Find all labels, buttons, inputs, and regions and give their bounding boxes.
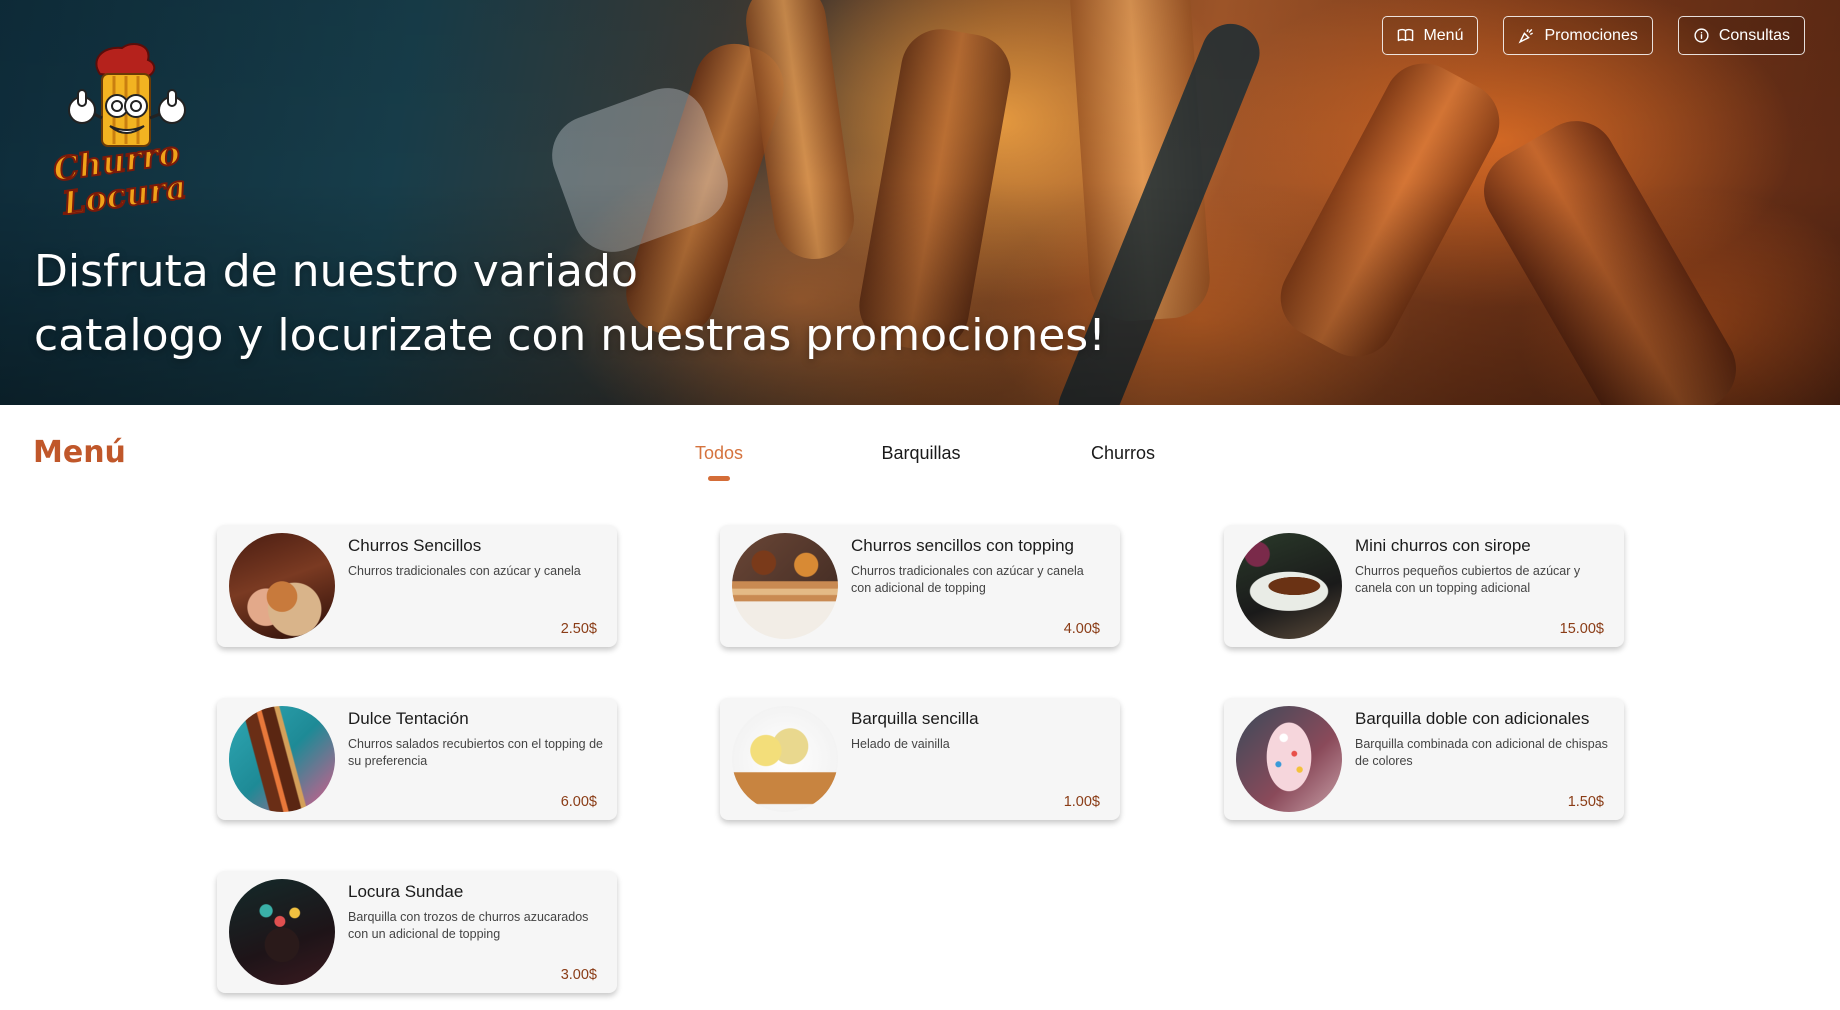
menu-item-name: Barquilla sencilla xyxy=(851,709,979,728)
menu-item-price: 4.00$ xyxy=(1063,621,1100,637)
menu-item-description: Barquilla combinada con adicional de chi… xyxy=(1355,737,1608,768)
nav-menu-label: Menú xyxy=(1423,26,1464,44)
nav-promociones-label: Promociones xyxy=(1544,26,1638,44)
menu-category-tabs: Todos Barquillas Churros xyxy=(0,443,1840,483)
tab-barquillas[interactable]: Barquillas xyxy=(880,443,962,464)
hero-headline-line2: catalogo y locurizate con nuestras promo… xyxy=(34,310,1106,361)
menu-section-header: Menú Todos Barquillas Churros xyxy=(0,405,1840,505)
sprinkles-cone-photo xyxy=(1236,706,1342,812)
menu-item-name: Churros Sencillos xyxy=(348,536,482,555)
menu-item-card[interactable]: Churros Sencillos Churros tradicionales … xyxy=(217,525,617,647)
menu-item-card[interactable]: Barquilla sencilla Helado de vainilla 1.… xyxy=(720,698,1120,820)
nav-consultas-label: Consultas xyxy=(1718,26,1790,44)
menu-item-name: Dulce Tentación xyxy=(348,709,469,728)
nav-menu-button[interactable]: Menú xyxy=(1382,16,1479,55)
book-icon xyxy=(1398,28,1414,42)
tab-churros-label: Churros xyxy=(1090,443,1156,463)
menu-item-price: 1.00$ xyxy=(1063,794,1100,810)
nav-consultas-button[interactable]: Consultas xyxy=(1677,16,1805,55)
active-tab-indicator xyxy=(708,476,730,481)
party-popper-icon xyxy=(1519,29,1534,44)
top-navigation: Menú Promociones Consultas xyxy=(1382,16,1805,55)
menu-item-price: 15.00$ xyxy=(1559,621,1604,637)
tab-churros[interactable]: Churros xyxy=(1088,443,1158,464)
menu-item-description: Churros tradicionales con azúcar y canel… xyxy=(851,564,1084,595)
menu-item-price: 2.50$ xyxy=(560,621,597,637)
menu-item-card[interactable]: Barquilla doble con adicionales Barquill… xyxy=(1224,698,1624,820)
menu-item-card[interactable]: Dulce Tentación Churros salados recubier… xyxy=(217,698,617,820)
info-circle-icon xyxy=(1694,28,1709,43)
menu-item-price: 6.00$ xyxy=(560,794,597,810)
menu-item-price: 3.00$ xyxy=(560,967,597,983)
menu-item-card[interactable]: Mini churros con sirope Churros pequeños… xyxy=(1224,525,1624,647)
menu-item-name: Barquilla doble con adicionales xyxy=(1355,709,1590,728)
tab-todos[interactable]: Todos xyxy=(694,443,744,481)
menu-item-price: 1.50$ xyxy=(1567,794,1604,810)
menu-item-description: Churros salados recubiertos con el toppi… xyxy=(348,737,604,768)
hero-headline-line1: Disfruta de nuestro variado xyxy=(34,246,638,297)
menu-item-description: Barquilla con trozos de churros azucarad… xyxy=(348,910,589,941)
menu-item-description: Helado de vainilla xyxy=(851,737,950,751)
menu-item-description: Churros pequeños cubiertos de azúcar y c… xyxy=(1355,564,1581,595)
churros-cone-photo xyxy=(229,533,335,639)
menu-item-description: Churros tradicionales con azúcar y canel… xyxy=(348,564,581,578)
menu-item-card[interactable]: Locura Sundae Barquilla con trozos de ch… xyxy=(217,871,617,993)
hero-headline: Disfruta de nuestro variado catalogo y l… xyxy=(34,240,1234,368)
tab-todos-label: Todos xyxy=(694,443,744,463)
sundae-dark-photo xyxy=(229,879,335,985)
churro-locura-logo[interactable]: Churro Locura xyxy=(30,30,205,224)
menu-item-name: Churros sencillos con topping xyxy=(851,536,1075,555)
churros-tray-with-dips-photo xyxy=(732,533,838,639)
mini-churros-plate-photo xyxy=(1236,533,1342,639)
ice-cream-cone-photo xyxy=(732,706,838,812)
sprinkled-churros-photo xyxy=(229,706,335,812)
nav-promociones-button[interactable]: Promociones xyxy=(1503,16,1653,55)
menu-item-name: Mini churros con sirope xyxy=(1355,536,1531,555)
menu-item-name: Locura Sundae xyxy=(348,882,464,901)
menu-item-card[interactable]: Churros sencillos con topping Churros tr… xyxy=(720,525,1120,647)
hero-banner: Churro Locura Menú Promociones Consultas… xyxy=(0,0,1840,405)
tab-barquillas-label: Barquillas xyxy=(881,443,961,463)
